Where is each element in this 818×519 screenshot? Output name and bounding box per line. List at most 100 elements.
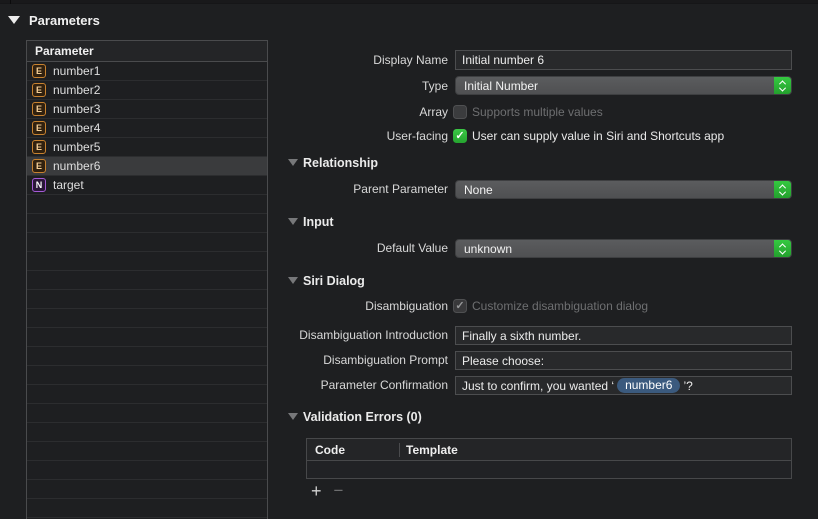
user-facing-checkbox[interactable]: ✓	[453, 129, 467, 143]
array-label: Array	[419, 105, 448, 119]
type-popup[interactable]: Initial Number	[455, 76, 792, 95]
parameter-row[interactable]: Enumber4	[27, 119, 267, 138]
input-disclosure-icon[interactable]	[288, 218, 298, 225]
parameter-confirmation-label: Parameter Confirmation	[320, 378, 448, 392]
relationship-section-title: Relationship	[303, 156, 379, 170]
add-validation-error-button[interactable]: +	[311, 482, 322, 500]
empty-row	[27, 252, 267, 271]
disclosure-triangle-icon[interactable]	[8, 16, 20, 24]
checkmark-icon: ✓	[455, 129, 465, 142]
empty-row	[27, 404, 267, 423]
disambiguation-introduction-field[interactable]: Finally a sixth number.	[455, 326, 792, 345]
parameter-name: target	[53, 178, 84, 192]
disambiguation-label: Disambiguation	[365, 299, 448, 313]
confirmation-prefix: Just to confirm, you wanted ‘	[462, 378, 615, 393]
top-divider	[0, 0, 818, 4]
parameter-row[interactable]: Enumber1	[27, 62, 267, 81]
empty-row	[27, 195, 267, 214]
validation-errors-controls: + −	[311, 482, 344, 501]
empty-row	[27, 423, 267, 442]
parameter-name: number5	[53, 140, 101, 154]
enum-badge-icon: E	[32, 83, 46, 97]
enum-badge-icon: E	[32, 121, 46, 135]
popup-stepper-icon	[774, 181, 791, 198]
parameter-row[interactable]: Ntarget	[27, 176, 267, 195]
enum-badge-icon: E	[32, 102, 46, 116]
parameters-section-title: Parameters	[29, 12, 100, 28]
default-value-label: Default Value	[376, 241, 448, 255]
disambiguation-introduction-value: Finally a sixth number.	[462, 328, 582, 343]
parent-parameter-popup[interactable]: None	[455, 180, 792, 199]
display-name-label: Display Name	[373, 53, 448, 67]
popup-stepper-icon	[774, 77, 791, 94]
empty-row	[27, 214, 267, 233]
empty-row	[27, 290, 267, 309]
parameter-rows: Enumber1 Enumber2 Enumber3 Enumber4 Enumber5…	[27, 62, 267, 519]
default-value-popup-value: unknown	[464, 241, 513, 256]
enum-badge-icon: E	[32, 64, 46, 78]
entity-badge-icon: N	[32, 178, 46, 192]
template-column-header: Template	[406, 442, 458, 457]
validation-errors-empty-row	[307, 461, 791, 478]
input-section-title: Input	[303, 215, 334, 229]
parameter-row[interactable]: Enumber5	[27, 138, 267, 157]
array-checkbox[interactable]	[453, 105, 467, 119]
validation-errors-disclosure-icon[interactable]	[288, 413, 298, 420]
disambiguation-prompt-value: Please choose:	[462, 353, 545, 368]
popup-stepper-icon	[774, 240, 791, 257]
display-name-value: Initial number 6	[462, 53, 545, 67]
enum-badge-icon: E	[32, 159, 46, 173]
parameter-token: number6	[617, 378, 681, 393]
empty-row	[27, 328, 267, 347]
disambiguation-introduction-label: Disambiguation Introduction	[299, 328, 448, 342]
enum-badge-icon: E	[32, 140, 46, 154]
empty-row	[27, 347, 267, 366]
empty-row	[27, 385, 267, 404]
code-column-header: Code	[315, 442, 345, 457]
validation-errors-table: Code Template	[306, 438, 792, 479]
disambiguation-prompt-field[interactable]: Please choose:	[455, 351, 792, 370]
parameters-section-header: Parameters	[8, 12, 100, 28]
empty-row	[27, 309, 267, 328]
validation-errors-table-header: Code Template	[307, 439, 791, 461]
display-name-field[interactable]: Initial number 6	[455, 50, 792, 70]
parameter-row[interactable]: Enumber2	[27, 81, 267, 100]
empty-row	[27, 499, 267, 518]
array-checkbox-label: Supports multiple values	[472, 105, 603, 119]
type-popup-value: Initial Number	[464, 78, 539, 93]
remove-validation-error-button[interactable]: −	[334, 482, 344, 500]
checkmark-icon: ✓	[455, 299, 465, 312]
siri-dialog-section-title: Siri Dialog	[303, 274, 365, 288]
validation-errors-section-title: Validation Errors (0)	[303, 410, 422, 424]
parameter-row[interactable]: Enumber3	[27, 100, 267, 119]
parent-parameter-popup-value: None	[464, 182, 493, 197]
parameter-name: number6	[53, 159, 101, 173]
disambiguation-checkbox-label: Customize disambiguation dialog	[472, 299, 649, 313]
siri-dialog-disclosure-icon[interactable]	[288, 277, 298, 284]
empty-row	[27, 366, 267, 385]
empty-row	[27, 442, 267, 461]
disambiguation-checkbox[interactable]: ✓	[453, 299, 467, 313]
user-facing-checkbox-label: User can supply value in Siri and Shortc…	[472, 129, 725, 143]
empty-row	[27, 233, 267, 252]
empty-row	[27, 480, 267, 499]
user-facing-label: User-facing	[386, 129, 448, 143]
parent-parameter-label: Parent Parameter	[353, 182, 448, 196]
parameter-name: number3	[53, 102, 101, 116]
confirmation-suffix: ’?	[683, 378, 693, 393]
parameter-column-header: Parameter	[27, 41, 267, 62]
default-value-popup[interactable]: unknown	[455, 239, 792, 258]
parameter-row[interactable]: Enumber6	[27, 157, 267, 176]
intent-parameter-editor: Parameters Parameter Enumber1 Enumber2 Enu…	[0, 0, 818, 519]
parameter-name: number1	[53, 64, 101, 78]
relationship-disclosure-icon[interactable]	[288, 159, 298, 166]
chevron-down-icon	[778, 188, 787, 196]
parameter-table: Parameter Enumber1 Enumber2 Enumber3 Enumbe…	[26, 40, 268, 519]
empty-row	[27, 461, 267, 480]
chevron-down-icon	[778, 247, 787, 255]
parameter-confirmation-field[interactable]: Just to confirm, you wanted ‘ number6 ’?	[455, 376, 792, 395]
type-label: Type	[421, 79, 448, 93]
empty-row	[27, 271, 267, 290]
parameter-name: number4	[53, 121, 101, 135]
chevron-down-icon	[778, 84, 787, 92]
